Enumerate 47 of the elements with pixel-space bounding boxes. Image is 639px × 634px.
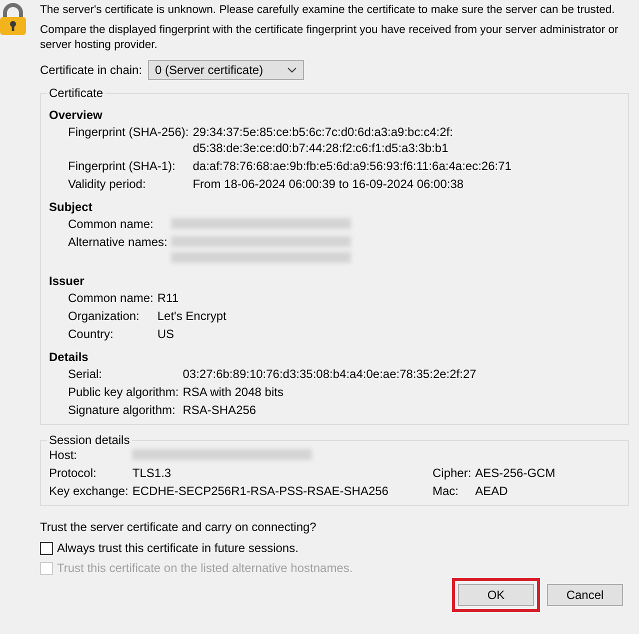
field-label: Serial: (68, 366, 104, 382)
field-label: Alternative names: (68, 234, 168, 251)
field-value: AEAD (475, 483, 509, 499)
field-label: Cipher: (432, 465, 472, 481)
field-value: RSA with 2048 bits (182, 384, 284, 400)
field-value: 03:27:6b:89:10:76:d3:35:08:b4:a4:0e:ae:78:35:2e:2f:27 (182, 366, 478, 382)
field-label: Protocol: (49, 465, 98, 481)
field-label: Organization: (68, 308, 140, 324)
field-label: Mac: (432, 483, 460, 499)
field-value: AES-256-GCM (475, 465, 556, 481)
field-label: Public key algorithm: (68, 384, 179, 400)
field-label: Key exchange: (49, 483, 128, 499)
checkbox-label[interactable]: Always trust this certificate in future sessions. (57, 541, 298, 555)
message-text: The server's certificate is unknown. Please carefully examine the certificate to make sure the server can be trusted. (40, 3, 616, 18)
group-title: Certificate (48, 86, 104, 100)
padlock-icon (0, 3, 28, 35)
section-heading: Overview (49, 108, 104, 122)
field-label: Host: (49, 447, 78, 463)
field-value: From 18-06-2024 06:00:39 to 16-09-2024 06:00:38 (192, 176, 465, 192)
checkbox[interactable] (40, 542, 53, 554)
section-heading: Subject (49, 200, 94, 214)
field-value: da:af:78:76:68:ae:9b:fb:e5:6d:a9:56:93:f6:11:6a:4a:ec:26:71 (192, 158, 512, 174)
chevron-icon (287, 67, 298, 73)
field-value: d5:38:de:3e:ce:d0:b7:44:28:f2:c6:f1:d5:a3:3b:b1 (192, 140, 450, 156)
field-value: US (157, 326, 176, 342)
field-value: Let's Encrypt (157, 308, 228, 324)
group-title: Session details (48, 433, 131, 447)
dialog-button[interactable]: Cancel (547, 584, 623, 606)
chain-dropdown[interactable]: 0 (Server certificate) (148, 60, 304, 80)
message-text: Compare the displayed fingerprint with the certificate fingerprint you have received from your server administrator or server hosting provider. (40, 23, 620, 53)
field-label: Fingerprint (SHA-1): (68, 158, 176, 174)
question-text: Trust the server certificate and carry on connecting? (40, 520, 318, 534)
field-label: Country: (68, 326, 114, 342)
dialog-button[interactable]: OK (458, 584, 534, 606)
field-value: TLS1.3 (132, 466, 172, 480)
field-label: Validity period: (68, 176, 147, 192)
section-heading: Issuer (49, 274, 86, 288)
field-value: R11 (157, 290, 180, 306)
field-value: RSA-SHA256 (182, 402, 258, 418)
section-heading: Details (49, 350, 90, 364)
field-value: ECDHE-SECP256R1-RSA-PSS-RSAE-SHA256 (132, 484, 388, 498)
field-label: Fingerprint (SHA-256): (68, 124, 189, 141)
field-value: 29:34:37:5e:85:ce:b5:6c:7c:d0:6d:a3:a9:bc:c4:2f: (192, 124, 454, 140)
field-label: Common name: (68, 290, 154, 306)
field-label: Signature algorithm: (68, 402, 176, 418)
field-label: Common name: (68, 216, 154, 232)
chain-label: Certificate in chain: (40, 63, 142, 77)
